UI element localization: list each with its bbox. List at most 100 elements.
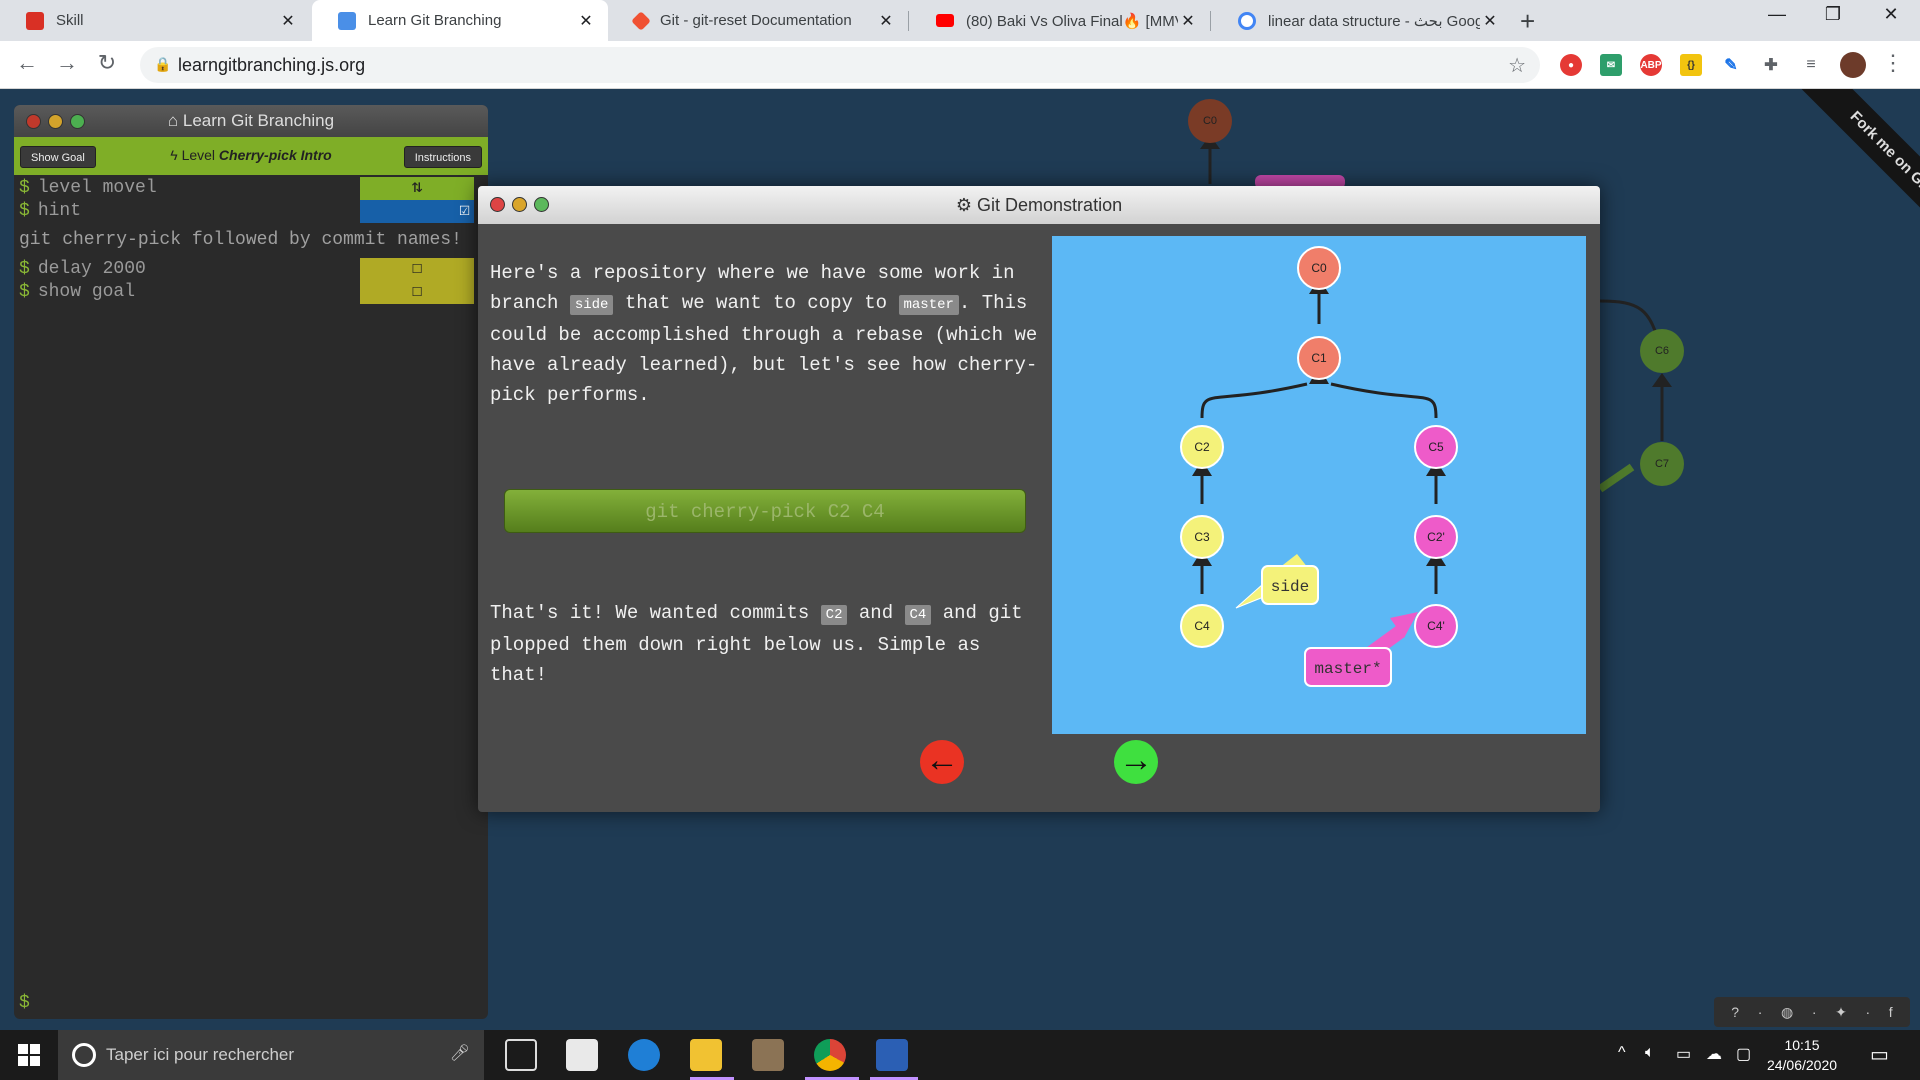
store-icon[interactable] (566, 1039, 598, 1071)
status-swap-icon: ⇅ (360, 177, 474, 200)
search-placeholder: Taper ici pour rechercher (106, 1045, 295, 1064)
graph-edge (1330, 382, 1438, 419)
previous-arrow-button[interactable]: ← (920, 740, 964, 784)
extension-mail-icon[interactable]: ✉ (1600, 54, 1622, 76)
minimize-button[interactable]: — (1757, 4, 1797, 25)
close-icon[interactable]: ✕ (1178, 11, 1198, 31)
new-tab-button[interactable]: + (1520, 6, 1535, 37)
status-pending-icon: ☐ (360, 258, 474, 281)
file-explorer-icon[interactable] (690, 1039, 722, 1071)
terminal-title: Learn Git Branching (182, 111, 335, 130)
separator-dot-icon: · (1757, 1004, 1763, 1020)
instructions-button[interactable]: Instructions (403, 146, 482, 168)
adblock-icon[interactable]: ABP (1640, 54, 1662, 76)
chrome-icon[interactable] (814, 1039, 846, 1071)
close-icon[interactable]: ✕ (876, 11, 896, 31)
facebook-icon[interactable]: f (1889, 1004, 1893, 1020)
git-favicon-icon (631, 10, 651, 31)
battery-icon[interactable]: ▭ (1676, 1044, 1691, 1064)
terminal-body: $ level movel ⇅ $ hint ☑ git cherry-pick f… (14, 175, 488, 304)
extensions-puzzle-icon[interactable]: ✚ (1760, 54, 1782, 76)
master-branch-label: master* (1314, 660, 1381, 678)
teams-icon[interactable] (876, 1039, 908, 1071)
tab-google[interactable]: linear data structure - بحث Googl ✕ (1212, 0, 1512, 41)
commit-node-c4: C4 (1180, 604, 1224, 648)
volume-icon[interactable]: 🔈︎ (1645, 1044, 1655, 1062)
restore-button[interactable]: ❐ (1813, 4, 1853, 25)
extension-feather-icon[interactable]: ✎ (1720, 54, 1742, 76)
close-window-button[interactable]: ✕ (1871, 4, 1911, 25)
back-button[interactable]: ← (12, 50, 42, 76)
status-pending-icon: ☐ (360, 281, 474, 304)
commit-node-c2: C2 (1180, 425, 1224, 469)
next-arrow-button[interactable]: → (1114, 740, 1158, 784)
level-name: Cherry-pick Intro (218, 147, 332, 163)
commit-label: C4 (1194, 619, 1210, 633)
home-icon: ⌂ (167, 111, 183, 130)
tab-divider (908, 11, 909, 31)
task-view-icon[interactable] (505, 1039, 537, 1071)
terminal-entry: $ delay 2000 ☐ (14, 258, 488, 281)
bg-commit-node: C6 (1640, 329, 1684, 373)
bg-commit-label: C6 (1654, 345, 1670, 357)
commit-label: C4' (1427, 619, 1445, 633)
display-icon[interactable]: ▢ (1736, 1044, 1751, 1064)
url-text[interactable]: learngitbranching.js.org (178, 55, 365, 76)
reload-button[interactable]: ↻ (92, 50, 122, 76)
tray-chevron-icon[interactable]: ^ (1618, 1044, 1626, 1062)
git-visualization: side master* C0 C1 C2 C3 C4 C5 C2' C4' (1052, 236, 1586, 734)
close-icon[interactable]: ✕ (278, 11, 298, 31)
tab-skill[interactable]: Skill ✕ (0, 0, 310, 41)
extension-json-icon[interactable]: {} (1680, 54, 1702, 76)
bookmark-star-icon[interactable]: ☆ (1508, 53, 1526, 78)
chrome-menu-icon[interactable]: ⋮ (1878, 50, 1908, 76)
clock-date: 24/06/2020 (1766, 1057, 1838, 1073)
media-control-icon[interactable]: ≡ (1800, 54, 1822, 76)
maximize-dot-icon[interactable] (70, 114, 85, 129)
command-prompt[interactable]: $ (19, 993, 30, 1013)
tab-learn-git-branching[interactable]: Learn Git Branching ✕ (312, 0, 608, 41)
minimize-dot-icon[interactable] (48, 114, 63, 129)
browser-toolbar: ← → ↻ 🔒 learngitbranching.js.org ☆ ● ✉ A… (0, 41, 1920, 89)
extension-stop-icon[interactable]: ● (1560, 54, 1582, 76)
terminal-entry: $ show goal ☐ (14, 281, 488, 304)
commit-node-c4-prime: C4' (1414, 604, 1458, 648)
tab-youtube[interactable]: (80) Baki Vs Oliva Final🔥 [MMV] ✕ (910, 0, 1210, 41)
command-terminal: ⌂ Learn Git Branching Show Goal ϟ Level … (14, 105, 488, 1019)
forward-button[interactable]: → (52, 50, 82, 76)
taskbar-search[interactable]: Taper ici pour rechercher 🎤︎ (58, 1030, 484, 1080)
notifications-icon[interactable]: ▭ (1870, 1042, 1889, 1067)
cherry-pick-command-button[interactable]: git cherry-pick C2 C4 (504, 489, 1026, 533)
network-icon[interactable]: ☁ (1706, 1044, 1722, 1064)
bg-commit-label: C0 (1202, 115, 1218, 127)
youtube-favicon-icon (936, 14, 954, 27)
bolt-icon: ϟ (170, 147, 178, 163)
commit-label: C2' (1427, 530, 1445, 544)
close-dot-icon[interactable] (490, 197, 505, 212)
system-clock[interactable]: 10:15 24/06/2020 (1752, 1035, 1852, 1075)
app-icon[interactable] (752, 1039, 784, 1071)
commit-code-c4: C4 (904, 605, 932, 625)
graph-edge (1200, 382, 1308, 419)
globe-icon[interactable]: ◍ (1781, 1004, 1793, 1021)
help-icon[interactable]: ? (1731, 1004, 1739, 1020)
close-icon[interactable]: ✕ (1480, 11, 1500, 31)
edge-icon[interactable] (628, 1039, 660, 1071)
windows-start-icon[interactable] (18, 1044, 40, 1066)
bg-commit-node: C7 (1640, 442, 1684, 486)
profile-avatar[interactable] (1840, 52, 1866, 78)
maximize-dot-icon[interactable] (534, 197, 549, 212)
close-dot-icon[interactable] (26, 114, 41, 129)
git-demonstration-modal: ⚙ Git Demonstration Here's a repository … (478, 186, 1600, 812)
tab-strip: Skill ✕ Learn Git Branching ✕ Git - git-… (0, 0, 1920, 41)
terminal-titlebar: ⌂ Learn Git Branching (14, 105, 488, 137)
commit-node-c2-prime: C2' (1414, 515, 1458, 559)
address-bar[interactable]: 🔒 learngitbranching.js.org ☆ (140, 47, 1540, 83)
microphone-icon[interactable]: 🎤︎ (450, 1043, 470, 1063)
close-icon[interactable]: ✕ (576, 11, 596, 31)
twitter-icon[interactable]: ✦ (1835, 1004, 1847, 1021)
commit-node-c3: C3 (1180, 515, 1224, 559)
tab-git-reset[interactable]: Git - git-reset Documentation ✕ (608, 0, 908, 41)
minimize-dot-icon[interactable] (512, 197, 527, 212)
gear-icon: ⚙ (955, 195, 978, 215)
